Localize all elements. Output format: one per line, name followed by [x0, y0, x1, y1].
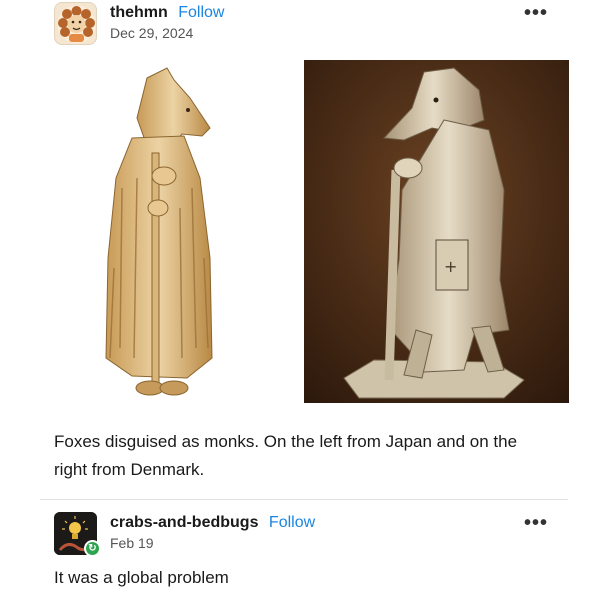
author-row: thehmn Follow	[110, 4, 224, 22]
divider	[40, 499, 568, 500]
follow-button[interactable]: Follow	[178, 4, 224, 21]
post-image-left	[92, 58, 227, 403]
svg-text:+: +	[444, 257, 457, 276]
reply-follow-button[interactable]: Follow	[269, 514, 315, 531]
reply-avatar[interactable]: ↻	[54, 512, 101, 557]
username[interactable]: thehmn	[110, 4, 168, 21]
reply-more-options-icon[interactable]: •••	[524, 513, 548, 533]
reply-username[interactable]: crabs-and-bedbugs	[110, 514, 258, 531]
post-image-right: +	[304, 60, 569, 403]
avatar-image	[57, 5, 96, 44]
refresh-icon: ↻	[84, 540, 101, 557]
fox-monk-japan-image	[105, 67, 213, 396]
reply-date: Feb 19	[110, 535, 154, 551]
post-header: thehmn Follow Dec 29, 2024 •••	[54, 2, 554, 46]
post-date: Dec 29, 2024	[110, 25, 194, 41]
reply-header: ↻ crabs-and-bedbugs Follow Feb 19 •••	[54, 512, 554, 557]
avatar[interactable]	[54, 2, 97, 45]
fox-monk-denmark-image: +	[304, 60, 569, 403]
post-caption: Foxes disguised as monks. On the left fr…	[54, 432, 518, 479]
reply-text: It was a global problem	[54, 568, 229, 587]
reply-author-row: crabs-and-bedbugs Follow	[110, 514, 315, 532]
more-options-icon[interactable]: •••	[524, 3, 548, 23]
